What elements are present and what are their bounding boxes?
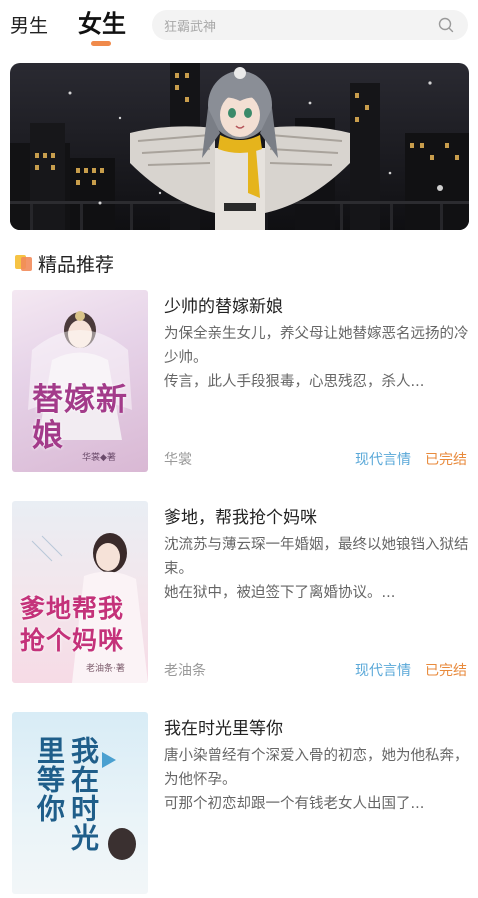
book-author: 华裳 — [164, 452, 192, 468]
book-description: 唐小染曾经有个深爱入骨的初恋，她为他私奔，为他怀孕。 可那个初恋却跟一个有钱老女… — [164, 744, 470, 816]
book-author: 老油条 — [164, 663, 206, 679]
book-description-line: 传言，此人手段狠毒，心思残忍，杀人... — [164, 374, 425, 390]
book-description-line: 沈流苏与薄云琛一年婚姻，最终以她锒铛入狱结束。 — [164, 537, 469, 577]
book-description-line: 可那个初恋却跟一个有钱老女人出国了... — [164, 796, 425, 812]
book-genre[interactable]: 现代言情 — [355, 449, 411, 469]
book-cover[interactable]: 我在时光里等你 — [12, 712, 148, 894]
book-item[interactable]: 我在时光里等你 我在时光里等你 唐小染曾经有个深爱入骨的初恋，她为他私奔，为他怀… — [12, 712, 470, 898]
book-title[interactable]: 爹地，帮我抢个妈咪 — [164, 503, 317, 528]
tab-male[interactable]: 男生 — [10, 11, 48, 38]
book-status: 已完结 — [425, 663, 467, 679]
banner-illustration — [10, 63, 469, 230]
book-cover[interactable]: 爹地帮我抢个妈咪 老油条·著 — [12, 501, 148, 683]
book-description-line: 她在狱中，被迫签下了离婚协议。... — [164, 585, 396, 601]
active-tab-indicator — [91, 41, 111, 46]
cover-author: 老油条·著 — [86, 664, 125, 674]
tab-female[interactable]: 女生 — [78, 4, 126, 39]
search-input[interactable]: 狂霸武神 — [152, 10, 468, 40]
search-placeholder: 狂霸武神 — [164, 20, 217, 35]
top-bar: 男生 女生 狂霸武神 — [0, 0, 478, 52]
cover-title: 替嫁新娘 — [32, 382, 128, 454]
book-cover[interactable]: 替嫁新娘 华裳◆著 — [12, 290, 148, 472]
book-description: 沈流苏与薄云琛一年婚姻，最终以她锒铛入狱结束。 她在狱中，被迫签下了离婚协议。.… — [164, 533, 470, 605]
book-item[interactable]: 爹地帮我抢个妈咪 老油条·著 爹地，帮我抢个妈咪 沈流苏与薄云琛一年婚姻，最终以… — [12, 501, 470, 687]
book-status: 已完结 — [425, 452, 467, 468]
book-description-line: 唐小染曾经有个深爱入骨的初恋，她为他私奔，为他怀孕。 — [164, 748, 469, 788]
section-title: 精品推荐 — [38, 254, 115, 276]
book-item[interactable]: 替嫁新娘 华裳◆著 少帅的替嫁新娘 为保全亲生女儿，养父母让她替嫁恶名远扬的冷少… — [12, 290, 470, 476]
cover-title: 爹地帮我抢个妈咪 — [20, 594, 125, 655]
search-icon[interactable] — [438, 17, 454, 33]
promo-banner[interactable] — [10, 63, 469, 230]
book-genre[interactable]: 现代言情 — [355, 660, 411, 680]
cover-author: 华裳◆著 — [82, 453, 116, 463]
featured-icon — [15, 255, 32, 271]
book-description: 为保全亲生女儿，养父母让她替嫁恶名远扬的冷少帅。 传言，此人手段狠毒，心思残忍，… — [164, 322, 470, 394]
cover-title: 我在时光里等你 — [33, 736, 100, 852]
book-title[interactable]: 少帅的替嫁新娘 — [164, 292, 283, 317]
book-description-line: 为保全亲生女儿，养父母让她替嫁恶名远扬的冷少帅。 — [164, 326, 469, 366]
book-title[interactable]: 我在时光里等你 — [164, 714, 283, 739]
